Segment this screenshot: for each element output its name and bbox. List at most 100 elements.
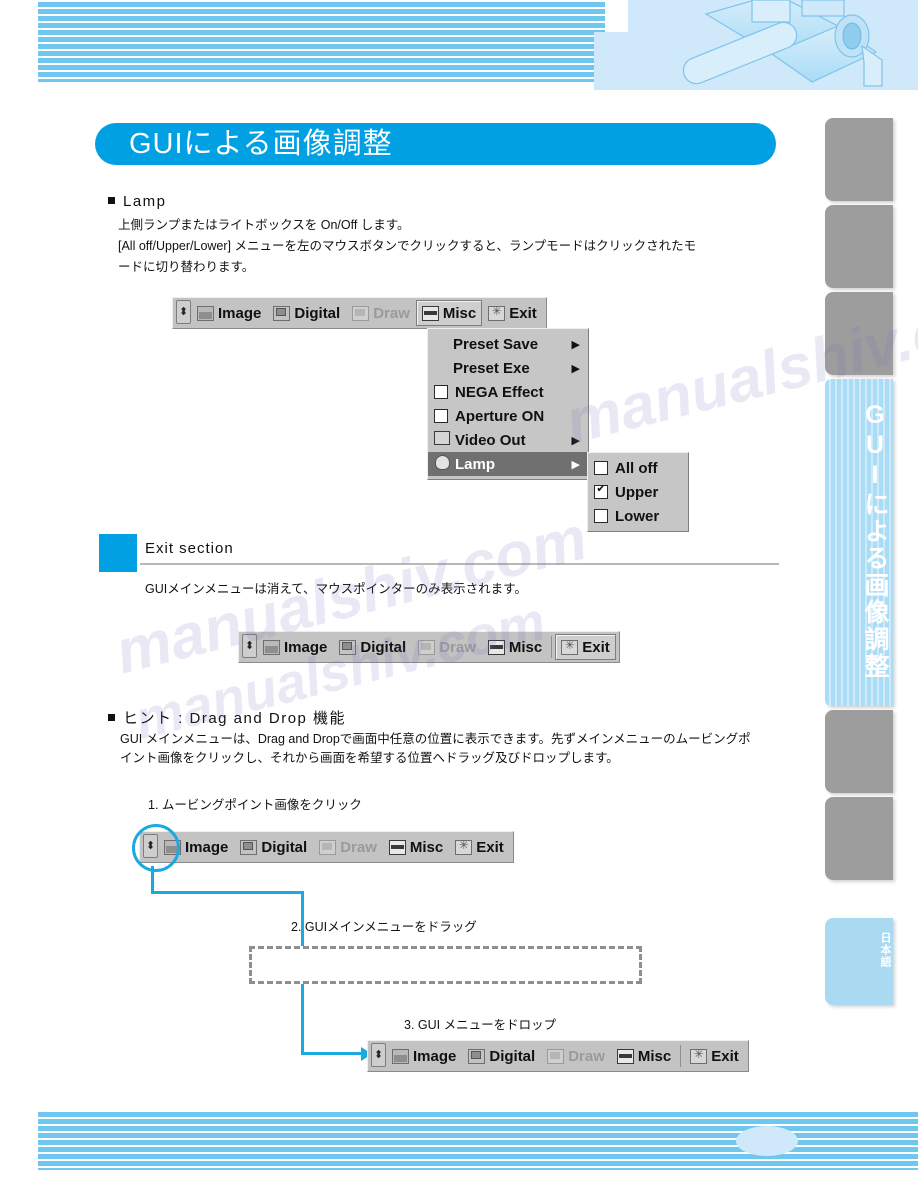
- moving-point-icon[interactable]: ⬍: [371, 1043, 386, 1067]
- toolbar-item-image-label: Image: [185, 838, 229, 856]
- toolbar-item-digital-label: Digital: [261, 838, 308, 856]
- menu-item-nega-effect[interactable]: NEGA Effect: [428, 380, 588, 404]
- connector-line-down-1: [151, 866, 154, 894]
- exit-section-body: GUIメインメニューは消えて、マウスポインターのみ表示されます。: [145, 582, 527, 596]
- toolbar-item-digital-label: Digital: [294, 304, 341, 322]
- submenu-item-lower[interactable]: Lower: [588, 504, 688, 528]
- toolbar-item-exit-label: Exit: [476, 838, 504, 856]
- section-marker-square: [99, 534, 137, 572]
- gui-toolbar-exit[interactable]: ⬍ Image Digital Draw Misc Exit: [238, 631, 620, 663]
- toolbar-separator: [551, 636, 553, 658]
- toolbar-item-draw-label: Draw: [340, 838, 377, 856]
- digital-icon: [273, 305, 291, 321]
- menu-item-lamp-label: Lamp: [455, 455, 496, 473]
- header-divider: [0, 93, 918, 95]
- draw-icon: [352, 305, 370, 321]
- toolbar-item-digital[interactable]: Digital: [234, 834, 313, 860]
- toolbar-item-draw-label: Draw: [373, 304, 410, 322]
- draw-icon: [547, 1048, 565, 1064]
- checkbox-icon[interactable]: [594, 509, 608, 523]
- toolbar-item-misc[interactable]: Misc: [482, 634, 548, 660]
- exit-section-heading: Exit section: [145, 540, 234, 557]
- sidebar-tab-5[interactable]: [825, 710, 893, 793]
- toolbar-item-digital-label: Digital: [489, 1047, 536, 1065]
- gui-toolbar-step1[interactable]: ⬍ Image Digital Draw Misc Exit: [139, 831, 514, 863]
- draw-icon: [319, 839, 337, 855]
- checkbox-icon[interactable]: [434, 385, 448, 399]
- checkbox-checked-icon[interactable]: [594, 482, 608, 499]
- exit-icon: [488, 304, 506, 321]
- lamp-line-3: ードに切り替わります。: [118, 260, 255, 274]
- submenu-item-lower-label: Lower: [615, 507, 660, 525]
- toolbar-item-misc-label: Misc: [442, 304, 477, 322]
- footer-ellipse-decoration: [736, 1126, 798, 1156]
- sidebar-tab-current[interactable]: GUIによる画像調整: [825, 379, 893, 706]
- drag-target-dashed-box[interactable]: [249, 946, 642, 984]
- menu-item-nega-effect-label: NEGA Effect: [455, 383, 544, 401]
- menu-item-preset-exe[interactable]: Preset Exe ▶: [428, 356, 588, 380]
- submenu-item-upper-label: Upper: [615, 483, 659, 501]
- image-icon: [197, 305, 214, 321]
- chevron-right-icon: ▶: [571, 362, 580, 375]
- toolbar-item-draw: Draw: [313, 834, 383, 860]
- page-title-text: GUIによる画像調整: [129, 128, 393, 160]
- moving-point-icon[interactable]: ⬍: [242, 634, 257, 658]
- toolbar-item-misc[interactable]: Misc: [415, 300, 483, 326]
- digital-icon: [339, 639, 357, 655]
- digital-icon: [468, 1048, 486, 1064]
- video-out-icon: [434, 431, 450, 449]
- hint-line-2: イント画像をクリックし、それから画面を希望する位置へドラッグ及びドロップします。: [120, 751, 619, 765]
- toolbar-item-image[interactable]: Image: [257, 634, 333, 660]
- moving-point-highlight-circle: [132, 824, 180, 872]
- toolbar-item-exit-label: Exit: [711, 1047, 739, 1065]
- toolbar-item-exit[interactable]: Exit: [684, 1043, 745, 1069]
- gui-toolbar-misc[interactable]: ⬍ Image Digital Draw Misc Exit: [172, 297, 547, 329]
- lamp-line-1: 上側ランプまたはライトボックスを On/Off します。: [118, 218, 410, 232]
- exit-icon: [561, 638, 579, 655]
- lamp-heading: Lamp: [108, 193, 167, 210]
- connector-line-right-2: [301, 1052, 363, 1055]
- sidebar-tab-1[interactable]: [825, 118, 893, 201]
- lamp-submenu[interactable]: All off Upper Lower: [587, 452, 689, 532]
- toolbar-item-image[interactable]: Image: [386, 1043, 462, 1069]
- draw-icon: [418, 639, 436, 655]
- header-stripe-band: [38, 2, 605, 82]
- toolbar-item-misc[interactable]: Misc: [611, 1043, 677, 1069]
- menu-item-video-out[interactable]: Video Out ▶: [428, 428, 588, 452]
- submenu-item-all-off[interactable]: All off: [588, 456, 688, 480]
- page-title: GUIによる画像調整: [95, 123, 776, 165]
- misc-dropdown-menu[interactable]: Preset Save ▶ Preset Exe ▶ NEGA Effect A…: [427, 328, 589, 480]
- exit-icon: [690, 1047, 708, 1064]
- moving-point-icon[interactable]: ⬍: [176, 300, 191, 324]
- checkbox-icon[interactable]: [594, 461, 608, 475]
- toolbar-item-misc-label: Misc: [409, 838, 444, 856]
- menu-item-lamp[interactable]: Lamp ▶: [428, 452, 588, 476]
- toolbar-item-draw-label: Draw: [439, 638, 476, 656]
- toolbar-item-exit[interactable]: Exit: [449, 834, 510, 860]
- digital-icon: [240, 839, 258, 855]
- toolbar-item-image[interactable]: Image: [191, 300, 267, 326]
- menu-item-preset-exe-label: Preset Exe: [453, 359, 530, 377]
- toolbar-item-digital[interactable]: Digital: [333, 634, 412, 660]
- gui-toolbar-step3[interactable]: ⬍ Image Digital Draw Misc Exit: [367, 1040, 749, 1072]
- toolbar-item-image-label: Image: [413, 1047, 457, 1065]
- toolbar-item-exit[interactable]: Exit: [482, 300, 543, 326]
- exit-section-rule: [140, 563, 779, 565]
- menu-item-aperture-on[interactable]: Aperture ON: [428, 404, 588, 428]
- image-icon: [263, 639, 280, 655]
- sidebar-tab-language[interactable]: 日本語: [825, 918, 893, 1005]
- submenu-item-all-off-label: All off: [615, 459, 658, 477]
- exit-icon: [455, 838, 473, 855]
- sidebar-tab-6[interactable]: [825, 797, 893, 880]
- misc-icon: [616, 1048, 634, 1064]
- menu-item-preset-save[interactable]: Preset Save ▶: [428, 332, 588, 356]
- toolbar-item-digital[interactable]: Digital: [462, 1043, 541, 1069]
- checkbox-icon[interactable]: [434, 409, 448, 423]
- toolbar-item-exit[interactable]: Exit: [555, 634, 616, 660]
- lamp-icon: [434, 454, 450, 474]
- sidebar-tab-2[interactable]: [825, 205, 893, 288]
- submenu-item-upper[interactable]: Upper: [588, 480, 688, 504]
- toolbar-item-digital[interactable]: Digital: [267, 300, 346, 326]
- toolbar-item-misc[interactable]: Misc: [383, 834, 449, 860]
- sidebar-tab-3[interactable]: [825, 292, 893, 375]
